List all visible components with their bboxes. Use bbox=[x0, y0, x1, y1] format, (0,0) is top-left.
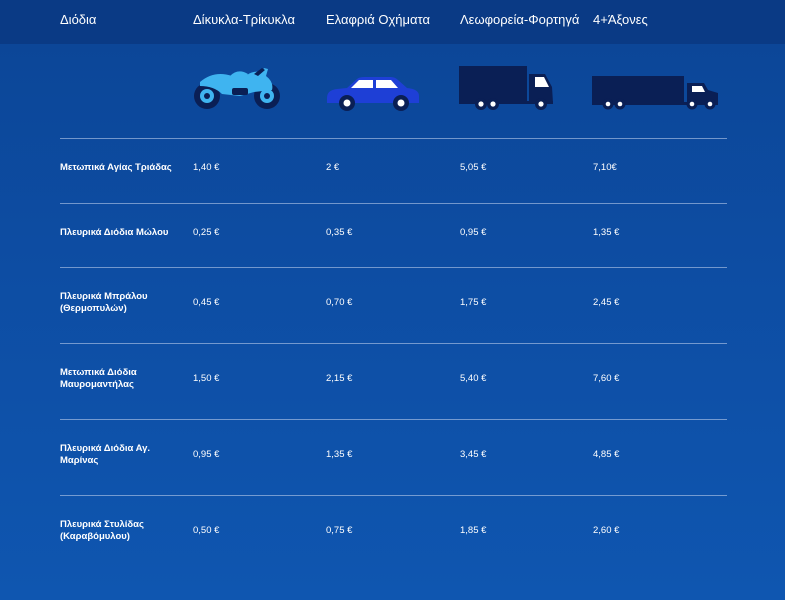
column-header-4-axles: 4+Άξονες bbox=[593, 12, 648, 27]
row-divider bbox=[60, 419, 727, 420]
price-light-vehicles: 0,70 € bbox=[326, 297, 353, 308]
row-divider bbox=[60, 267, 727, 268]
price-buses-trucks: 5,05 € bbox=[460, 162, 487, 173]
price-buses-trucks: 1,85 € bbox=[460, 525, 487, 536]
price-buses-trucks: 1,75 € bbox=[460, 297, 487, 308]
price-buses-trucks: 5,40 € bbox=[460, 373, 487, 384]
toll-station-name: Μετωπικά Διόδια Μαυρομαντήλας bbox=[60, 367, 137, 390]
column-header-motorcycles: Δίκυκλα-Τρίκυκλα bbox=[193, 12, 295, 27]
price-4-axles: 2,45 € bbox=[593, 297, 620, 308]
toll-station-name: Πλευρικά Στυλίδας (Καραβόμυλου) bbox=[60, 519, 144, 542]
price-light-vehicles: 2,15 € bbox=[326, 373, 353, 384]
row-divider bbox=[60, 203, 727, 204]
toll-station-name: Πλευρικά Διόδια Μώλου bbox=[60, 227, 169, 238]
truck-icon bbox=[459, 65, 555, 116]
price-light-vehicles: 1,35 € bbox=[326, 449, 353, 460]
car-icon bbox=[325, 76, 421, 117]
row-divider bbox=[60, 495, 727, 496]
price-4-axles: 7,10€ bbox=[593, 162, 617, 173]
price-motorcycles: 0,50 € bbox=[193, 525, 220, 536]
price-motorcycles: 0,25 € bbox=[193, 227, 220, 238]
price-4-axles: 7,60 € bbox=[593, 373, 620, 384]
semi-truck-icon bbox=[592, 75, 720, 116]
toll-station-name: Πλευρικά Διόδια Αγ. Μαρίνας bbox=[60, 443, 151, 466]
toll-station-name: Μετωπικά Αγίας Τριάδας bbox=[60, 162, 172, 173]
price-motorcycles: 0,45 € bbox=[193, 297, 220, 308]
price-4-axles: 1,35 € bbox=[593, 227, 620, 238]
toll-station-name: Πλευρικά Μπράλου (Θερμοπυλών) bbox=[60, 291, 148, 314]
motorcycle-icon bbox=[192, 64, 284, 117]
column-header-light-vehicles: Ελαφριά Οχήματα bbox=[326, 12, 430, 27]
table-header: Διόδια Δίκυκλα-Τρίκυκλα Ελαφριά Οχήματα … bbox=[0, 0, 785, 44]
column-header-tolls: Διόδια bbox=[60, 12, 97, 27]
price-light-vehicles: 2 € bbox=[326, 162, 340, 173]
price-light-vehicles: 0,75 € bbox=[326, 525, 353, 536]
row-divider bbox=[60, 343, 727, 344]
price-motorcycles: 1,40 € bbox=[193, 162, 220, 173]
price-4-axles: 4,85 € bbox=[593, 449, 620, 460]
price-light-vehicles: 0,35 € bbox=[326, 227, 353, 238]
price-motorcycles: 1,50 € bbox=[193, 373, 220, 384]
column-header-buses-trucks: Λεωφορεία-Φορτηγά bbox=[460, 12, 580, 27]
price-buses-trucks: 3,45 € bbox=[460, 449, 487, 460]
row-divider bbox=[60, 138, 727, 139]
price-motorcycles: 0,95 € bbox=[193, 449, 220, 460]
price-buses-trucks: 0,95 € bbox=[460, 227, 487, 238]
price-4-axles: 2,60 € bbox=[593, 525, 620, 536]
